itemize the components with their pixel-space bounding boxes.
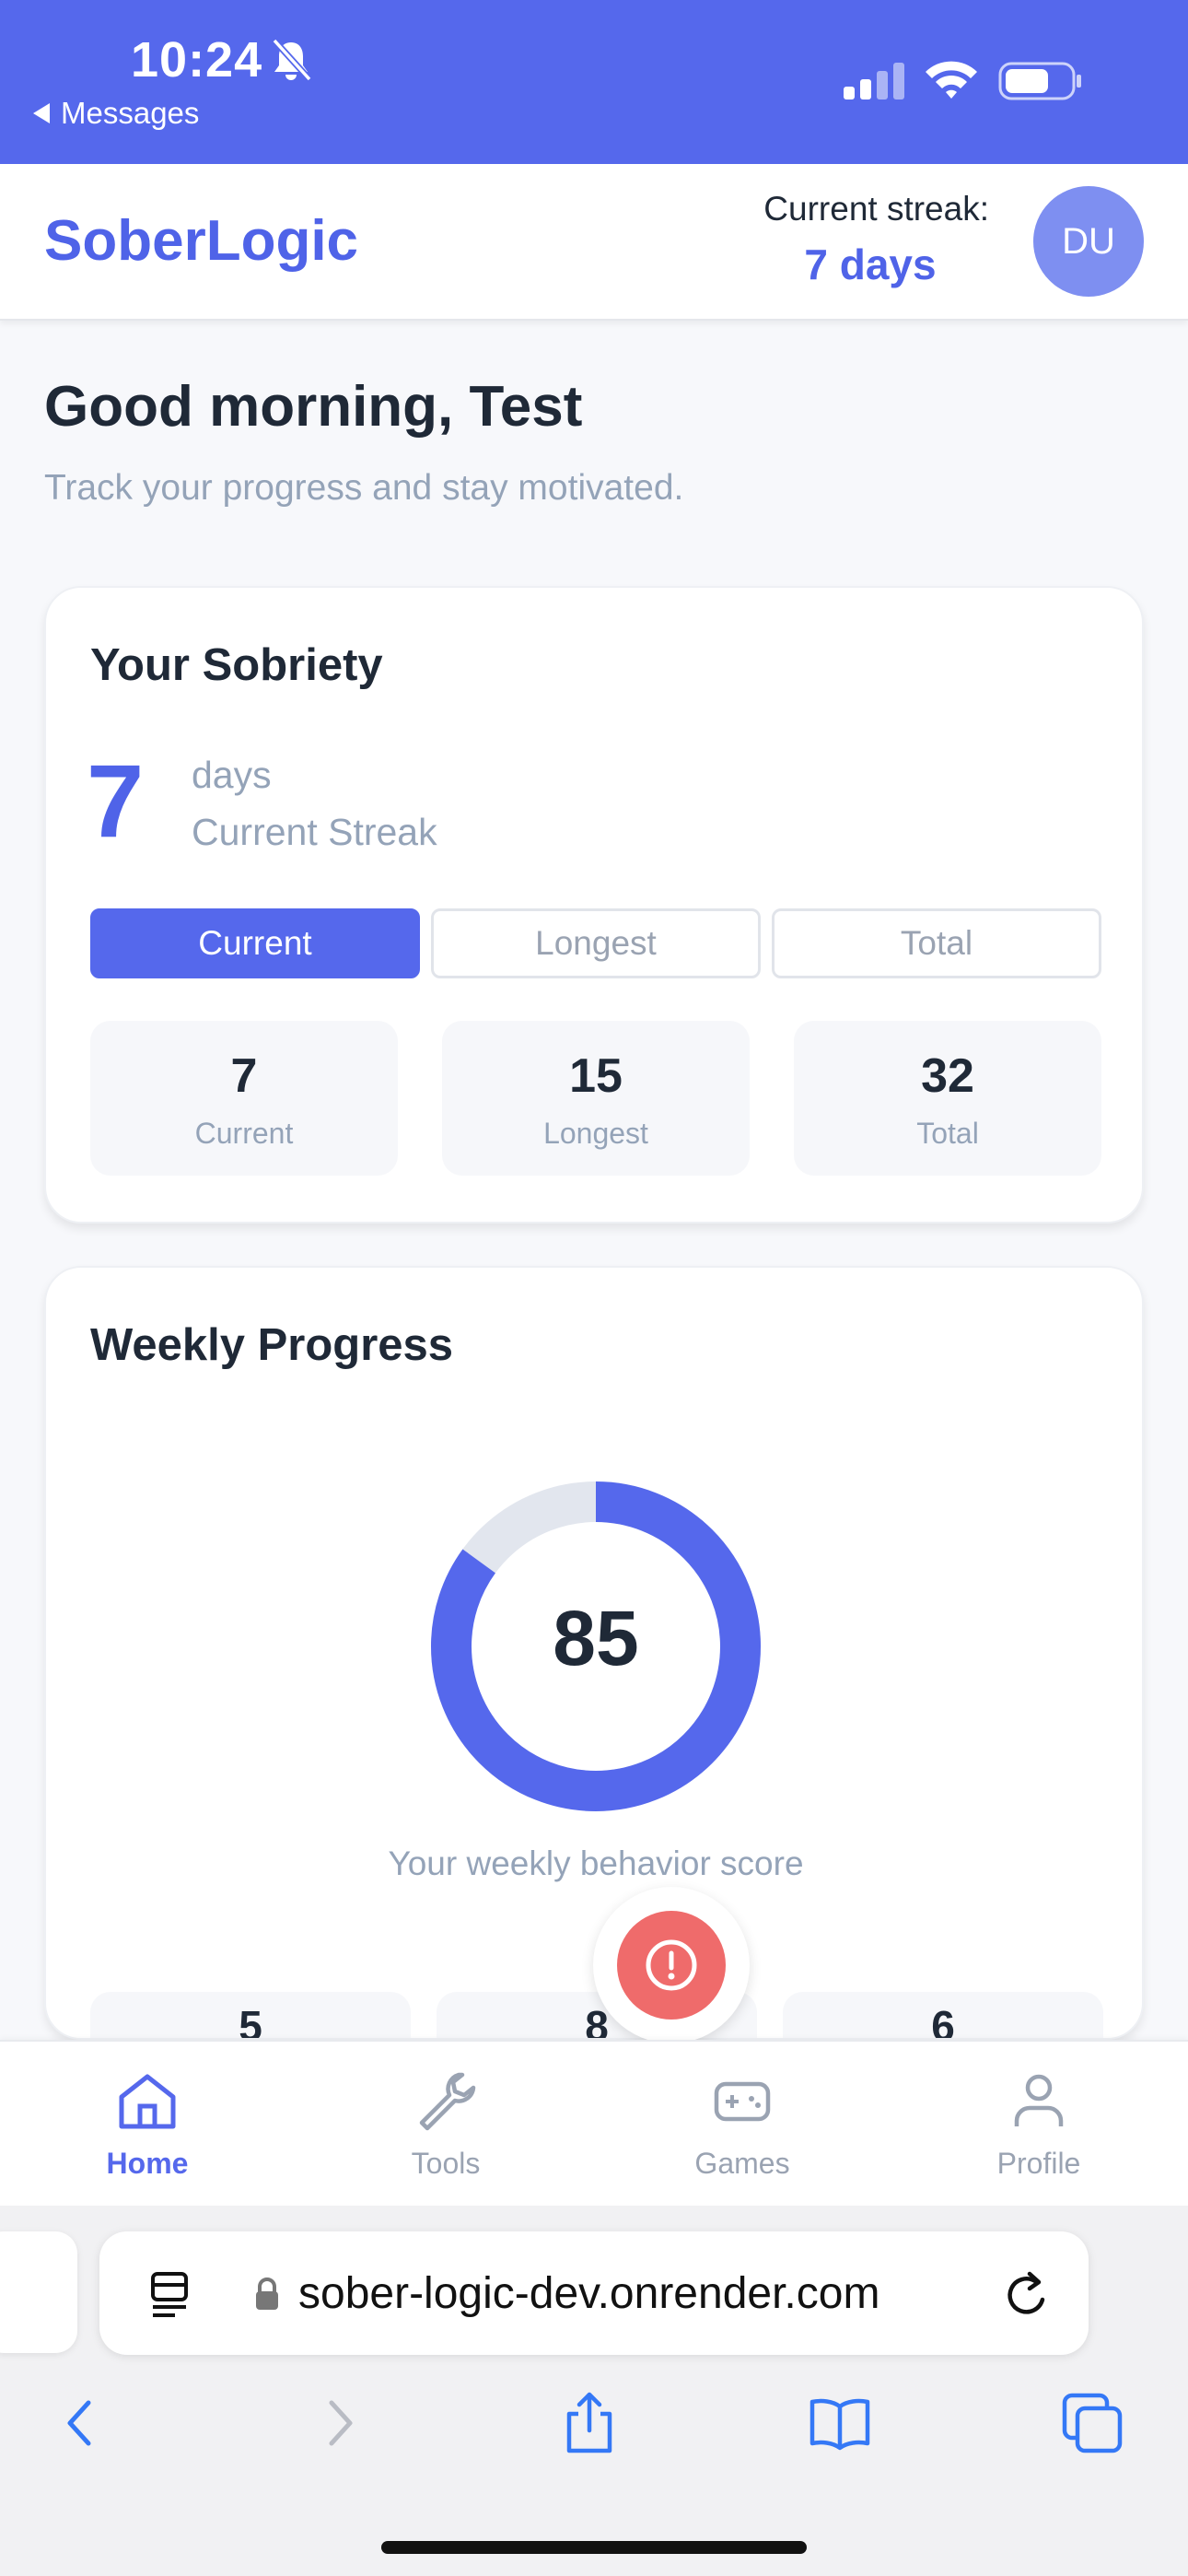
bottom-nav: Home Tools Games Profile (0, 2040, 1188, 2206)
streak-big-number: 7 (87, 744, 145, 859)
mini-stat: 6 (783, 1992, 1103, 2040)
cellular-signal-icon (844, 63, 904, 100)
battery-icon (998, 62, 1081, 100)
page-title: Good morning, Test (44, 375, 583, 439)
sobriety-card: Your Sobriety 7 days Current Streak Curr… (44, 586, 1144, 1224)
tab-longest[interactable]: Longest (431, 908, 761, 978)
nav-item-games[interactable]: Games (641, 2067, 844, 2187)
stat-value: 15 (569, 1049, 623, 1103)
reader-mode-icon[interactable] (147, 2266, 193, 2320)
reload-icon[interactable] (1002, 2266, 1054, 2322)
stat-value: 7 (230, 1049, 258, 1103)
streak-label: Current streak: (763, 190, 989, 228)
previous-tab-preview[interactable] (0, 2231, 77, 2353)
streak-unit: days (192, 754, 272, 796)
gamepad-icon (714, 2081, 771, 2122)
url-text: sober-logic-dev.onrender.com (298, 2269, 880, 2318)
stat-label: Total (916, 1117, 979, 1150)
stat-label: Current (194, 1117, 294, 1150)
nav-item-profile[interactable]: Profile (938, 2067, 1140, 2187)
home-indicator (381, 2541, 807, 2554)
address-bar[interactable]: sober-logic-dev.onrender.com (99, 2231, 1089, 2355)
card-title: Your Sobriety (90, 640, 383, 690)
nav-item-home[interactable]: Home (46, 2067, 249, 2187)
forward-icon[interactable] (306, 2390, 372, 2456)
back-to-messages[interactable]: Messages (33, 96, 199, 131)
home-icon (119, 2074, 176, 2129)
bookmarks-icon[interactable] (807, 2390, 873, 2456)
tab-current[interactable]: Current (90, 908, 420, 978)
stat-longest: 15 Longest (442, 1021, 750, 1176)
alert-circle-icon (646, 1939, 697, 1991)
wrench-icon (419, 2072, 476, 2131)
weekly-progress-card: Weekly Progress 85 Your weekly behavior … (44, 1266, 1144, 2040)
lock-icon (256, 2277, 278, 2310)
mini-stat: 5 (90, 1992, 411, 2040)
mini-stat-value: 5 (239, 2002, 262, 2040)
user-icon (1014, 2074, 1064, 2126)
status-bar: 10:24 Messages (0, 0, 1188, 164)
stat-label: Longest (543, 1117, 648, 1150)
avatar[interactable]: DU (1033, 186, 1144, 297)
stat-total: 32 Total (794, 1021, 1101, 1176)
nav-item-tools[interactable]: Tools (344, 2067, 547, 2187)
sos-button[interactable] (593, 1887, 750, 2043)
back-label: Messages (61, 96, 200, 130)
nav-label: Home (106, 2147, 189, 2180)
share-icon[interactable] (556, 2390, 623, 2456)
stat-value: 32 (921, 1049, 974, 1103)
wifi-icon (926, 61, 977, 99)
brand-logo[interactable]: SoberLogic (44, 208, 358, 274)
nav-label: Tools (411, 2147, 481, 2180)
tabs-icon[interactable] (1059, 2390, 1125, 2456)
browser-toolbar: sober-logic-dev.onrender.com (0, 2206, 1188, 2576)
stat-current: 7 Current (90, 1021, 398, 1176)
card-title: Weekly Progress (90, 1320, 454, 1370)
page: 10:24 Messages SoberLogic Current streak… (0, 0, 1188, 2576)
page-subtitle: Track your progress and stay motivated. (44, 468, 684, 508)
status-time: 10:24 (131, 32, 263, 88)
weekly-score-label: Your weekly behavior score (388, 1844, 804, 1882)
streak-caption: Current Streak (192, 811, 437, 853)
nav-label: Games (694, 2147, 790, 2180)
nav-label: Profile (996, 2147, 1081, 2180)
back-icon[interactable] (48, 2390, 114, 2456)
tab-total[interactable]: Total (772, 908, 1101, 978)
app-header: SoberLogic Current streak: 7 days DU (0, 164, 1188, 321)
sos-button-inner[interactable] (617, 1911, 726, 2020)
streak-value: 7 days (804, 240, 937, 288)
mini-stat-value: 6 (931, 2002, 955, 2040)
weekly-score: 85 (553, 1595, 639, 1681)
back-arrow-icon (33, 103, 50, 123)
bell-muted-icon (272, 38, 312, 82)
